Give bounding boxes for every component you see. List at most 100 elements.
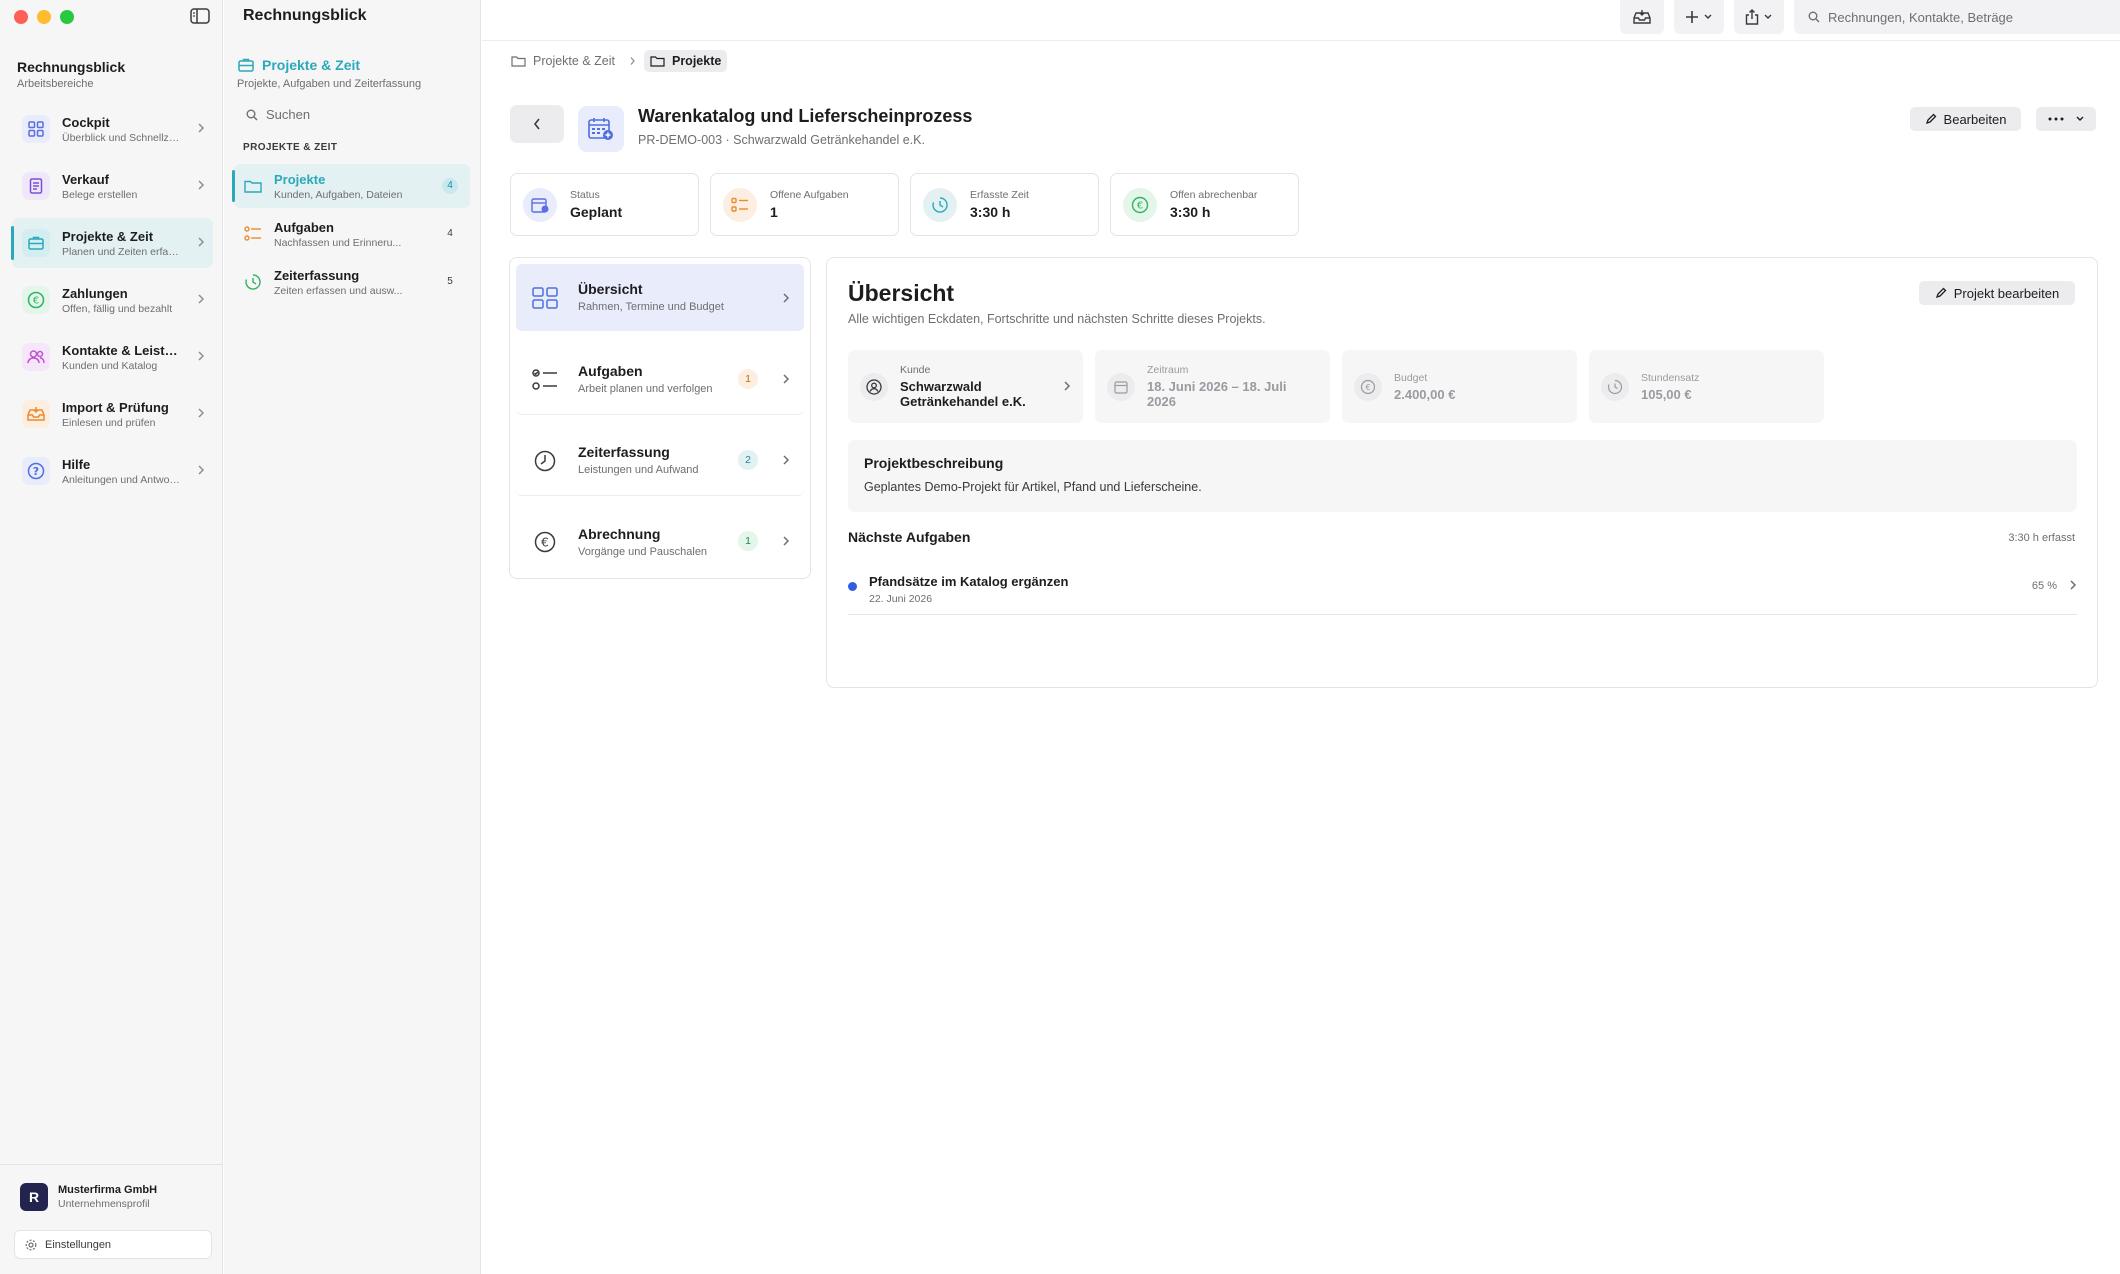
chevron-right-icon bbox=[783, 374, 790, 384]
stat-label: Status bbox=[570, 189, 600, 201]
ellipsis-icon bbox=[2048, 117, 2063, 121]
fact-customer[interactable]: Kunde Schwarzwald Getränkehandel e.K. bbox=[848, 350, 1083, 423]
global-search-input[interactable]: Rechnungen, Kontakte, Beträge bbox=[1794, 0, 2120, 34]
stat-value: 1 bbox=[770, 204, 778, 220]
toolbar: Rechnungen, Kontakte, Beträge bbox=[1620, 0, 2120, 34]
edit-button-label: Bearbeiten bbox=[1943, 111, 2007, 127]
stat-label: Erfasste Zeit bbox=[970, 189, 1029, 201]
stat-card-status: Status Geplant bbox=[510, 173, 699, 236]
share-icon bbox=[1745, 9, 1759, 25]
sidebar: Rechnungsblick Arbeitsbereiche Cockpit Üb… bbox=[0, 0, 223, 1274]
section-item-sub: Rahmen, Termine und Budget bbox=[578, 301, 724, 313]
briefcase-icon bbox=[238, 58, 254, 72]
project-subtitle: PR-DEMO-003 · Schwarzwald Getränkehandel… bbox=[638, 133, 925, 147]
fact-label: Stundensatz bbox=[1641, 371, 1700, 384]
sidebar-nav: Cockpit Überblick und Schnellzu... Verkau… bbox=[11, 104, 213, 503]
sidebar-item-sub: Offen, fällig und bezahlt bbox=[62, 302, 173, 315]
fact-value: 18. Juni 2026 – 18. Juli 2026 bbox=[1147, 379, 1287, 409]
task-row[interactable]: Pfandsätze im Katalog ergänzen 22. Juni … bbox=[848, 573, 2077, 615]
person-icon bbox=[860, 372, 888, 401]
fact-label: Kunde bbox=[900, 364, 931, 376]
subnav-panel: Projekte & Zeit Projekte, Aufgaben und Z… bbox=[224, 0, 481, 1274]
help-icon: ? bbox=[22, 457, 50, 485]
count-badge: 4 bbox=[447, 228, 453, 239]
chevron-left-icon bbox=[533, 118, 540, 130]
zoom-window-button[interactable] bbox=[60, 10, 74, 24]
breadcrumb-parent[interactable]: Projekte & Zeit bbox=[505, 50, 621, 72]
section-item-aufgaben[interactable]: Aufgaben Arbeit planen und verfolgen 1 bbox=[516, 345, 804, 415]
add-button[interactable] bbox=[1674, 0, 1724, 34]
sidebar-toggle-icon[interactable] bbox=[189, 7, 211, 25]
close-window-button[interactable] bbox=[14, 10, 28, 24]
sidebar-item-sub: Planen und Zeiten erfass... bbox=[62, 245, 182, 258]
subnav-item-zeiterfassung[interactable]: Zeiterfassung Zeiten erfassen und ausw...… bbox=[234, 260, 470, 304]
sidebar-item-cockpit[interactable]: Cockpit Überblick und Schnellzu... bbox=[12, 104, 213, 154]
logged-time-summary: 3:30 h erfasst bbox=[2008, 532, 2075, 544]
sidebar-item-kontakte[interactable]: Kontakte & Leistung...Kunden und Katalog bbox=[12, 332, 213, 382]
chevron-right-icon bbox=[198, 123, 205, 133]
sidebar-item-hilfe[interactable]: ? Hilfe Anleitungen und Antwort... bbox=[12, 446, 213, 496]
sidebar-item-label: Kontakte & Leistung... bbox=[62, 342, 182, 358]
sidebar-item-zahlungen[interactable]: € Zahlungen Offen, fällig und bezahlt bbox=[12, 275, 213, 325]
euro-icon: € bbox=[1354, 372, 1382, 401]
more-actions-button[interactable] bbox=[2036, 107, 2096, 131]
subnav-item-label: Aufgaben bbox=[274, 219, 334, 235]
breadcrumb-current[interactable]: Projekte bbox=[643, 50, 728, 72]
sidebar-item-projekte-zeit[interactable]: Projekte & Zeit Planen und Zeiten erfass.… bbox=[11, 218, 213, 268]
briefcase-icon bbox=[22, 229, 50, 257]
company-profile[interactable]: R Musterfirma GmbH Unternehmensprofil bbox=[20, 1183, 157, 1211]
tray-download-icon bbox=[1633, 10, 1651, 24]
sidebar-item-label: Projekte & Zeit bbox=[62, 228, 154, 244]
project-description-box: Projektbeschreibung Geplantes Demo-Proje… bbox=[848, 440, 2077, 512]
settings-button[interactable]: Einstellungen bbox=[14, 1230, 212, 1259]
chevron-right-icon bbox=[198, 408, 205, 418]
subnav-search-input[interactable]: Suchen bbox=[246, 107, 310, 122]
edit-button[interactable]: Bearbeiten bbox=[1910, 107, 2021, 131]
subnav-item-label: Projekte bbox=[274, 171, 326, 187]
sidebar-item-import[interactable]: Import & Prüfung Einlesen und prüfen bbox=[12, 389, 213, 439]
back-button[interactable] bbox=[510, 105, 564, 143]
count-badge: 2 bbox=[738, 450, 758, 470]
section-item-uebersicht[interactable]: Übersicht Rahmen, Termine und Budget bbox=[516, 264, 804, 331]
settings-label: Einstellungen bbox=[45, 1238, 112, 1251]
svg-text:€: € bbox=[33, 296, 39, 307]
section-item-label: Übersicht bbox=[578, 281, 643, 297]
sidebar-item-sub: Einlesen und prüfen bbox=[62, 416, 156, 429]
chevron-right-icon bbox=[1064, 381, 1071, 391]
section-item-zeiterfassung[interactable]: Zeiterfassung Leistungen und Aufwand 2 bbox=[516, 426, 804, 496]
sidebar-item-sub: Anleitungen und Antwort... bbox=[62, 473, 182, 486]
chevron-right-icon bbox=[198, 465, 205, 475]
search-icon bbox=[246, 109, 258, 120]
sidebar-item-sub: Belege erstellen bbox=[62, 188, 138, 201]
fact-period: Zeitraum 18. Juni 2026 – 18. Juli 2026 bbox=[1095, 350, 1330, 423]
inbox-button[interactable] bbox=[1620, 0, 1664, 34]
people-icon bbox=[22, 343, 50, 371]
sidebar-item-verkauf[interactable]: Verkauf Belege erstellen bbox=[12, 161, 213, 211]
gear-icon bbox=[25, 1239, 37, 1250]
share-button[interactable] bbox=[1734, 0, 1784, 34]
sidebar-item-label: Hilfe bbox=[62, 456, 91, 472]
svg-text:€: € bbox=[1365, 383, 1370, 392]
task-date: 22. Juni 2026 bbox=[869, 593, 933, 605]
count-badge: 1 bbox=[738, 369, 758, 389]
chevron-right-icon bbox=[630, 57, 635, 65]
fact-value: 105,00 € bbox=[1641, 386, 1692, 402]
task-title: Pfandsätze im Katalog ergänzen bbox=[869, 574, 1069, 589]
status-dot-icon bbox=[848, 582, 857, 591]
subnav-search-placeholder: Suchen bbox=[266, 107, 311, 122]
next-tasks-title: Nächste Aufgaben bbox=[848, 529, 971, 545]
minimize-window-button[interactable] bbox=[37, 10, 51, 24]
edit-project-button[interactable]: Projekt bearbeiten bbox=[1919, 281, 2075, 305]
sidebar-divider bbox=[0, 1164, 222, 1165]
breadcrumb-current-label: Projekte bbox=[671, 54, 722, 68]
section-item-sub: Vorgänge und Pauschalen bbox=[578, 545, 708, 558]
workspace-subtitle: Arbeitsbereiche bbox=[17, 78, 94, 90]
section-item-abrechnung[interactable]: € Abrechnung Vorgänge und Pauschalen 1 bbox=[516, 507, 804, 577]
chevron-down-icon bbox=[2076, 116, 2083, 121]
subnav-section-header: PROJEKTE & ZEIT bbox=[243, 142, 338, 153]
stats-row: Status Geplant Offene Aufgaben 1 Erfasste … bbox=[510, 173, 1310, 236]
pencil-icon bbox=[1925, 113, 1936, 125]
subnav-item-projekte[interactable]: Projekte Kunden, Aufgaben, Dateien 4 bbox=[232, 164, 470, 208]
toolbar-divider bbox=[482, 40, 2120, 41]
subnav-item-aufgaben[interactable]: Aufgaben Nachfassen und Erinneru... 4 bbox=[234, 212, 470, 256]
